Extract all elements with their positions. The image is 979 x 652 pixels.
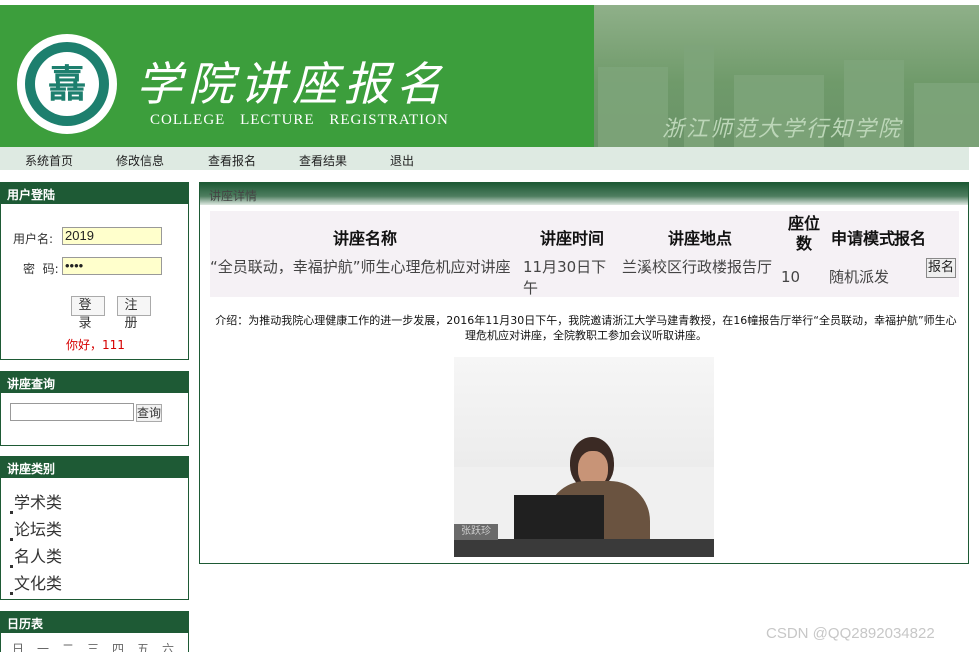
logo-center: 嚞	[35, 52, 99, 116]
header-banner: 嚞 学院讲座报名 COLLEGE LECTURE REGISTRATION 浙江…	[0, 0, 979, 147]
bullet-icon	[10, 511, 13, 514]
login-button[interactable]: 登录	[71, 296, 105, 331]
col-header-seats: 座位数	[787, 214, 820, 253]
search-button[interactable]: 查询	[136, 404, 162, 422]
site-subtitle: COLLEGE LECTURE REGISTRATION	[150, 112, 449, 128]
nav-view-registration[interactable]: 查看报名	[208, 152, 256, 169]
calendar-weekday: 一	[36, 642, 49, 652]
lecture-detail-panel: 讲座详情 讲座名称 讲座时间 讲座地点 座位数 申请模式 报名 “全员联动，幸福…	[199, 182, 969, 564]
logo-ring: 嚞	[25, 42, 109, 126]
nav-home[interactable]: 系统首页	[25, 152, 73, 169]
nav-view-results[interactable]: 查看结果	[299, 152, 347, 169]
lecture-photo: 张跃珍	[454, 357, 714, 557]
password-field[interactable]: ••••	[62, 257, 162, 275]
desk	[454, 539, 714, 557]
category-item-academic[interactable]: 学术类	[10, 489, 62, 514]
password-label: 密 码:	[23, 262, 59, 276]
category-label: 名人类	[14, 547, 63, 566]
calendar-weekday: 三	[86, 642, 99, 652]
nav-edit-info[interactable]: 修改信息	[116, 152, 164, 169]
category-item-forum[interactable]: 论坛类	[10, 516, 62, 541]
watermark: CSDN @QQ2892034822	[766, 625, 935, 642]
category-panel-header: 讲座类别	[0, 456, 189, 478]
page: 嚞 学院讲座报名 COLLEGE LECTURE REGISTRATION 浙江…	[0, 0, 979, 652]
site-title: 学院讲座报名	[136, 57, 448, 111]
lecture-table: 讲座名称 讲座时间 讲座地点 座位数 申请模式 报名 “全员联动，幸福护航”师生…	[210, 211, 959, 297]
podium	[514, 495, 604, 545]
campus-photo: 浙江师范大学行知学院	[594, 5, 979, 147]
category-label: 论坛类	[14, 520, 63, 539]
bullet-icon	[10, 538, 13, 541]
lecture-name[interactable]: “全员联动，幸福护航”师生心理危机应对讲座	[210, 257, 512, 278]
category-label: 学术类	[14, 493, 63, 512]
col-header-mode: 申请模式	[830, 229, 895, 248]
col-header-apply: 报名	[893, 229, 926, 248]
bullet-icon	[10, 592, 13, 595]
apply-button[interactable]: 报名	[926, 258, 956, 278]
lecture-location: 兰溪校区行政楼报告厅	[622, 258, 773, 276]
bullet-icon	[10, 565, 13, 568]
college-logo: 嚞	[17, 34, 117, 134]
username-field[interactable]: 2019	[62, 227, 162, 245]
logo-glyph: 嚞	[47, 61, 86, 106]
calendar-weekday: 五	[136, 642, 149, 652]
greeting-text: 你好，111	[66, 338, 125, 352]
category-item-celebrity[interactable]: 名人类	[10, 543, 62, 568]
building-shape	[598, 67, 668, 147]
speaker-nameplate: 张跃珍	[454, 524, 498, 540]
calendar-panel-header: 日历表	[0, 611, 189, 633]
calendar-weekday: 六	[161, 642, 174, 652]
login-panel-header: 用户登陆	[0, 182, 189, 204]
calendar-weekday: 四	[111, 642, 124, 652]
username-label: 用户名:	[13, 232, 54, 246]
category-label: 文化类	[14, 574, 63, 593]
col-header-name: 讲座名称	[332, 229, 397, 248]
campus-caption: 浙江师范大学行知学院	[662, 117, 903, 142]
calendar-weekday: 二	[61, 642, 74, 652]
calendar-weekday: 日	[11, 642, 24, 652]
search-panel: 查询	[0, 393, 189, 446]
lecture-intro: 介绍：为推动我院心理健康工作的进一步发展，2016年11月30日下午，我院邀请浙…	[215, 314, 957, 342]
building-shape	[914, 83, 979, 147]
top-nav: 系统首页 修改信息 查看报名 查看结果 退出	[0, 147, 969, 170]
register-button[interactable]: 注册	[117, 296, 151, 331]
detail-header: 讲座详情	[200, 183, 968, 205]
search-input[interactable]	[10, 403, 134, 421]
category-panel: 学术类 论坛类 名人类 文化类	[0, 478, 189, 600]
search-panel-header: 讲座查询	[0, 371, 189, 393]
login-panel: 用户名: 2019 密 码: •••• 登录 注册 你好，111	[0, 204, 189, 360]
nav-logout[interactable]: 退出	[390, 152, 414, 169]
lecture-time: 11月30日下午	[523, 258, 607, 297]
lecture-mode: 随机派发	[829, 268, 890, 286]
category-item-culture[interactable]: 文化类	[10, 570, 62, 595]
lecture-seats: 10	[781, 268, 801, 286]
col-header-time: 讲座时间	[539, 229, 604, 248]
col-header-location: 讲座地点	[667, 229, 732, 248]
